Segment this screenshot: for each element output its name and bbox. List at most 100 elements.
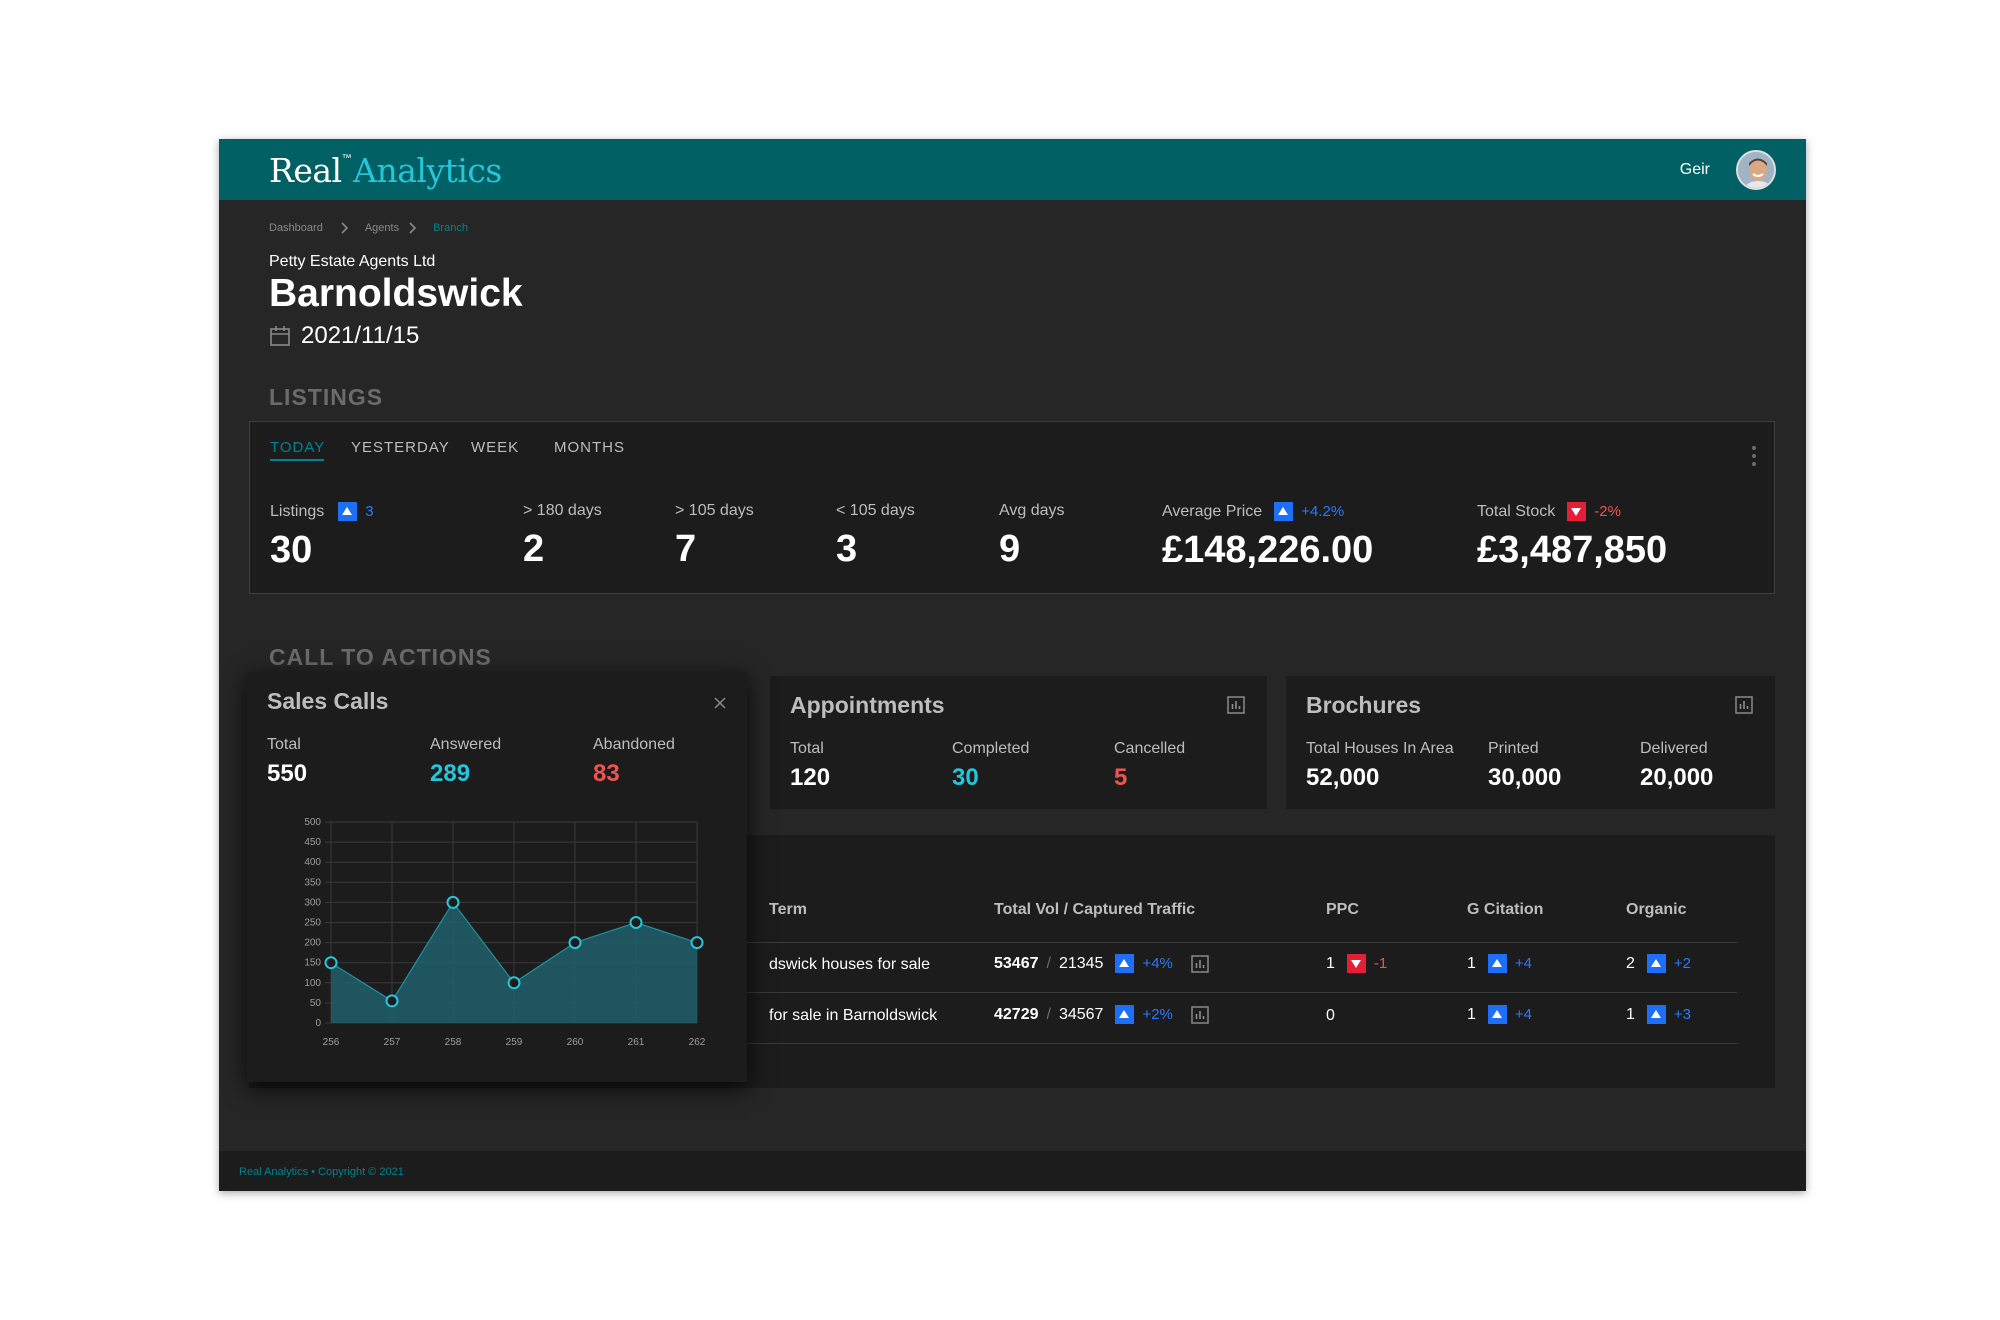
y-tick-label: 150 [304, 958, 321, 969]
column-header-organic: Organic [1626, 901, 1687, 918]
x-tick-label: 260 [567, 1037, 584, 1048]
stat-over-180-days: > 180 days 2 [523, 502, 602, 570]
table-row-citation: 1 +4 [1467, 1005, 1533, 1024]
calendar-icon [270, 326, 290, 346]
table-row-citation: 1 +4 [1467, 954, 1533, 973]
avatar[interactable] [1736, 150, 1776, 190]
table-row-total-vol: 53467/21345 +4% [994, 954, 1209, 973]
x-tick-label: 261 [628, 1037, 645, 1048]
copyright-text: Real Analytics • Copyright © 2021 [239, 1166, 404, 1178]
appointments-total: Total 120 [790, 740, 831, 791]
column-header-ppc: PPC [1326, 901, 1359, 918]
sales-calls-answered: Answered 289 [430, 736, 502, 787]
agency-name: Petty Estate Agents Ltd [269, 253, 436, 270]
stat-avg-days: Avg days 9 [999, 502, 1065, 570]
stat-over-105-days: > 105 days 7 [675, 502, 754, 570]
data-point [385, 994, 399, 1008]
data-point [568, 936, 582, 950]
y-tick-label: 250 [304, 918, 321, 929]
table-row-term: dswick houses for sale [769, 956, 930, 973]
brochures-delivered: Delivered 20,000 [1640, 740, 1714, 791]
footer: Real Analytics • Copyright © 2021 [219, 1151, 1806, 1191]
card-title: Sales Calls [267, 688, 389, 714]
bar-chart-icon[interactable] [1227, 696, 1245, 714]
brochures-card[interactable]: Brochures Total Houses In Area 52,000 Pri… [1286, 676, 1775, 809]
listings-section-title: LISTINGS [269, 384, 384, 410]
y-tick-label: 350 [304, 877, 321, 888]
app-window: Real™Analytics Geir Dashboard Agents Bra… [219, 139, 1806, 1191]
cta-section-title: CALL TO ACTIONS [269, 644, 492, 670]
x-tick-label: 257 [384, 1037, 401, 1048]
more-options-icon[interactable] [1752, 446, 1756, 470]
card-title: Brochures [1306, 692, 1422, 718]
column-header-term: Term [769, 901, 807, 918]
tab-week[interactable]: WEEK [471, 439, 519, 456]
table-row-organic: 1 +3 [1626, 1005, 1692, 1024]
chevron-right-icon [341, 222, 348, 234]
trend-up-icon [1487, 954, 1507, 973]
trend-up-icon [1646, 1005, 1666, 1024]
trend-up-icon [1274, 502, 1294, 521]
stat-listings: Listings 3 30 [270, 502, 374, 571]
stat-average-price: Average Price +4.2% £148,226.00 [1162, 502, 1374, 571]
breadcrumb-branch[interactable]: Branch [433, 222, 468, 234]
close-icon[interactable] [713, 696, 727, 710]
y-tick-label: 200 [304, 938, 321, 949]
trend-up-icon [1115, 1005, 1135, 1024]
brochures-total-houses: Total Houses In Area 52,000 [1306, 740, 1454, 791]
report-date: 2021/11/15 [301, 322, 420, 349]
y-tick-label: 450 [304, 837, 321, 848]
data-point [629, 916, 643, 929]
breadcrumb-dashboard[interactable]: Dashboard [269, 222, 323, 234]
tab-yesterday[interactable]: YESTERDAY [351, 439, 450, 456]
sales-calls-popup: Sales Calls Total 550 Answered 289 Abandon… [247, 672, 747, 1082]
breadcrumb-agents[interactable]: Agents [365, 222, 399, 234]
trend-up-icon [1646, 954, 1666, 973]
bar-chart-icon[interactable] [1191, 954, 1209, 973]
sales-calls-total: Total 550 [267, 736, 308, 787]
stat-total-stock: Total Stock -2% £3,487,850 [1477, 502, 1668, 571]
y-tick-label: 300 [304, 897, 321, 908]
trend-down-icon [1346, 954, 1366, 973]
appointments-cancelled: Cancelled 5 [1114, 740, 1186, 791]
app-logo[interactable]: Real™Analytics [269, 151, 502, 190]
trend-up-icon [1115, 954, 1135, 973]
x-tick-label: 258 [445, 1037, 462, 1048]
breadcrumb: Dashboard Agents Branch [269, 221, 468, 235]
table-row-total-vol: 42729/34567 +2% [994, 1005, 1209, 1024]
tab-today[interactable]: TODAY [270, 439, 325, 456]
data-point [446, 895, 460, 909]
y-tick-label: 400 [304, 857, 321, 868]
table-row-term: for sale in Barnoldswick [769, 1007, 938, 1024]
table-row-ppc: 1 -1 [1326, 954, 1388, 973]
table-row-ppc: 0 [1326, 1007, 1335, 1024]
trend-up-icon [1487, 1005, 1507, 1024]
stat-under-105-days: < 105 days 3 [836, 502, 915, 570]
date-picker[interactable]: 2021/11/15 [269, 322, 419, 350]
x-tick-label: 262 [689, 1037, 706, 1048]
sales-calls-abandoned: Abandoned 83 [593, 736, 675, 787]
column-header-g-citation: G Citation [1467, 901, 1544, 918]
data-point [324, 956, 338, 970]
chevron-right-icon [409, 222, 417, 234]
page-title: Barnoldswick [269, 272, 523, 315]
brochures-printed: Printed 30,000 [1488, 740, 1562, 791]
user-name[interactable]: Geir [1680, 161, 1710, 179]
bar-chart-icon[interactable] [1191, 1005, 1209, 1024]
listings-panel: TODAY YESTERDAY WEEK MONTHS Listings 3 30… [249, 421, 1775, 594]
appointments-card[interactable]: Appointments Total 120 Completed 30 Cancel… [770, 676, 1267, 809]
trend-down-icon [1567, 502, 1587, 521]
top-bar: Real™Analytics Geir [219, 139, 1806, 200]
y-tick-label: 500 [304, 817, 321, 828]
y-tick-label: 50 [310, 998, 322, 1009]
y-tick-label: 100 [304, 978, 321, 989]
tab-months[interactable]: MONTHS [554, 439, 625, 456]
card-title: Appointments [790, 692, 945, 718]
x-tick-label: 256 [323, 1037, 340, 1048]
y-tick-label: 0 [315, 1018, 321, 1029]
column-header-total-vol: Total Vol / Captured Traffic [994, 901, 1196, 918]
bar-chart-icon[interactable] [1735, 696, 1753, 714]
table-row-organic: 2 +2 [1626, 954, 1692, 973]
avatar-portrait-icon [1738, 152, 1774, 188]
sales-calls-chart: 0 50 100 150 200 250 300 350 400 450 500 256 257 258 2… [304, 817, 706, 1048]
